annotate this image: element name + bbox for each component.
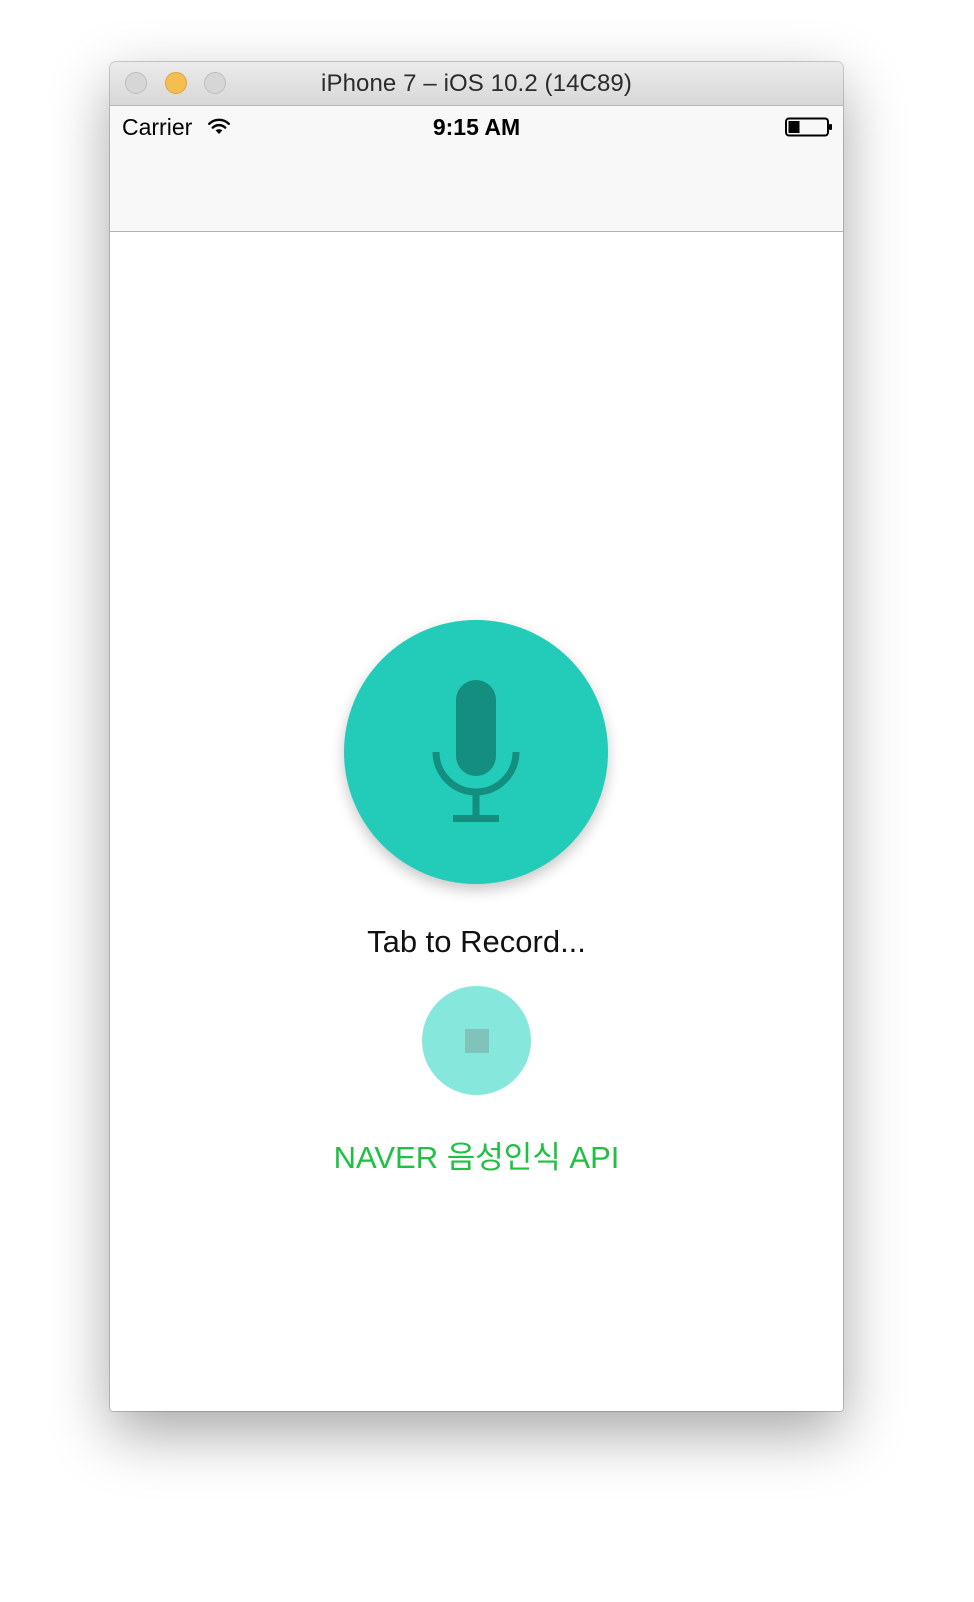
- stop-button[interactable]: [422, 986, 531, 1095]
- navigation-bar: Carrier 9:15 AM: [110, 106, 843, 232]
- api-label: NAVER 음성인식 API: [333, 1140, 620, 1175]
- window-titlebar[interactable]: iPhone 7 – iOS 10.2 (14C89): [110, 62, 843, 106]
- window-title: iPhone 7 – iOS 10.2 (14C89): [321, 70, 632, 97]
- record-status-label: Tab to Record...: [367, 924, 586, 959]
- record-button[interactable]: [344, 620, 608, 884]
- battery-icon: [785, 117, 832, 137]
- simulator-window: iPhone 7 – iOS 10.2 (14C89) Carrier 9:15…: [110, 62, 843, 1411]
- microphone-icon: [432, 680, 520, 822]
- main-content: Tab to Record... NAVER 음성인식 API: [110, 232, 843, 1411]
- stop-icon: [465, 1029, 489, 1053]
- status-time: 9:15 AM: [432, 114, 521, 140]
